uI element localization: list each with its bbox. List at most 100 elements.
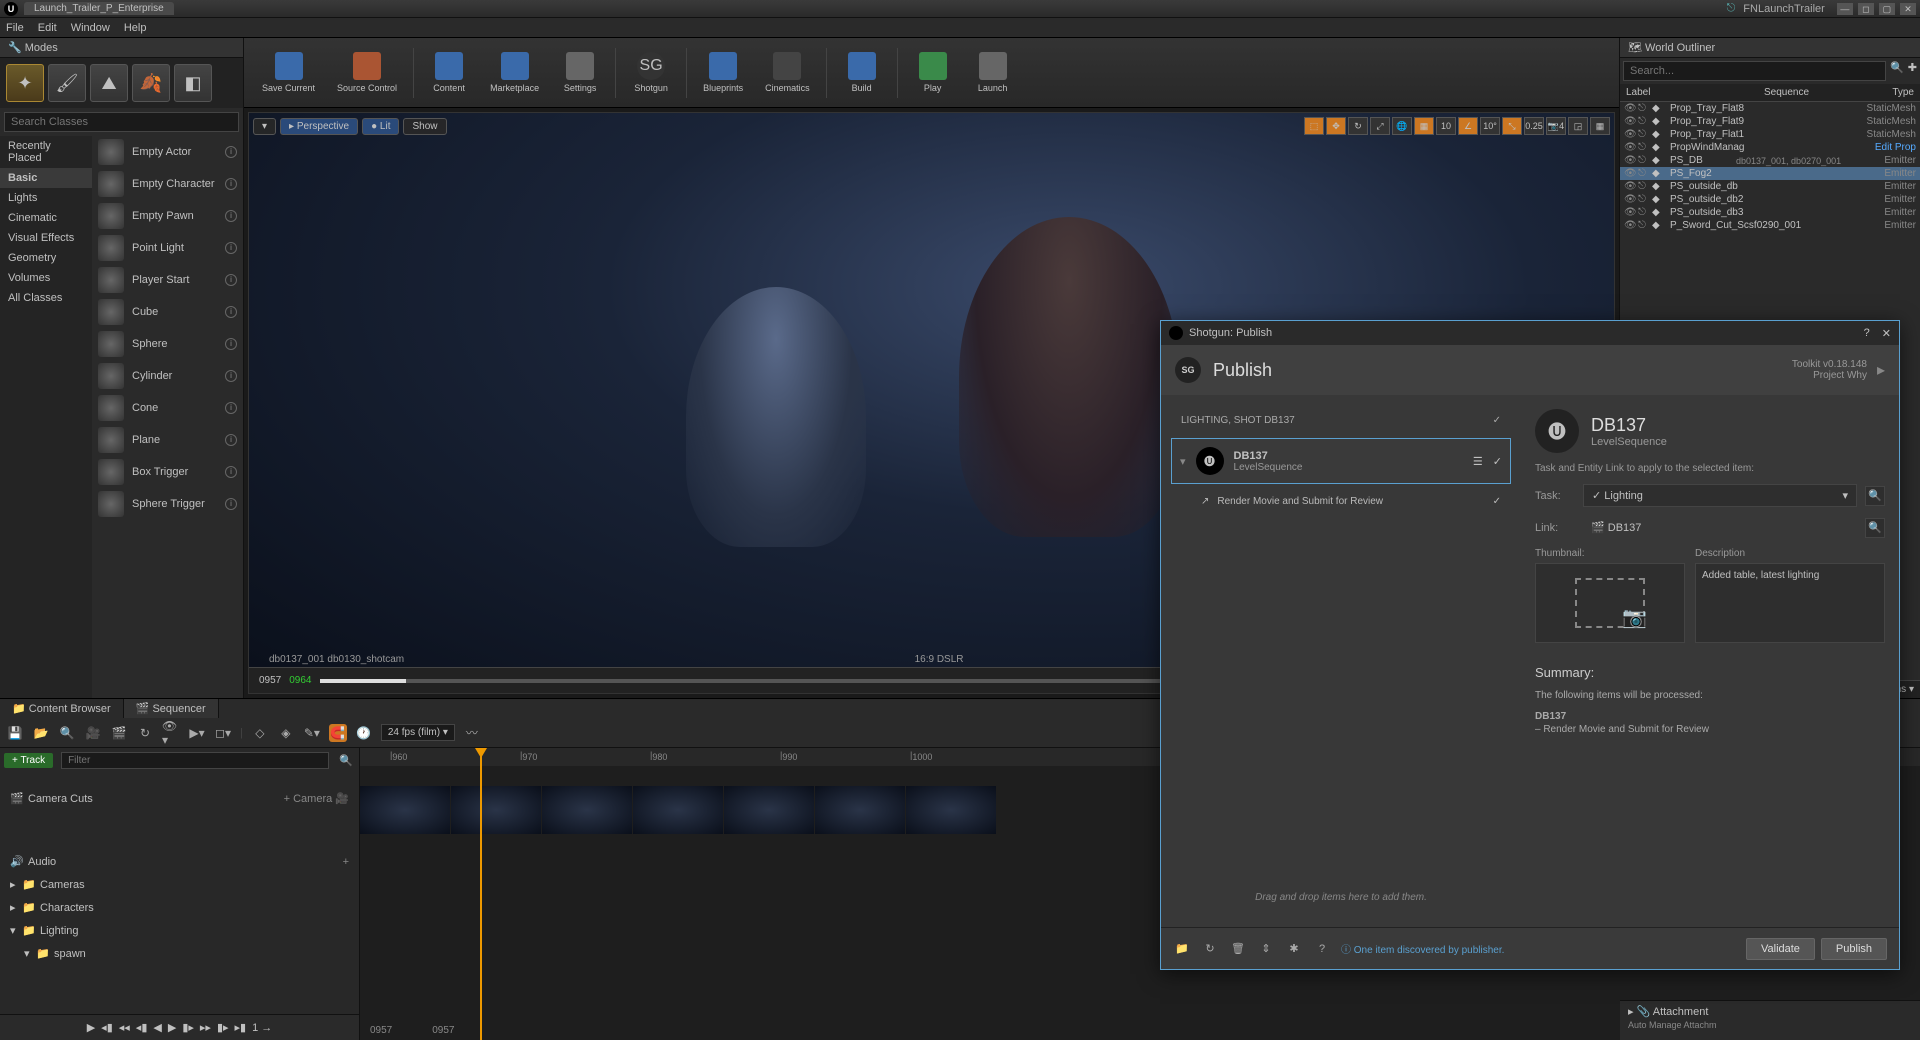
- toolbar-play-button[interactable]: Play: [904, 48, 962, 97]
- publish-item[interactable]: ▾ 🅤 DB137 LevelSequence ☰ ✓: [1171, 438, 1511, 484]
- key-all-icon[interactable]: ◇: [251, 724, 269, 742]
- toolbar-settings-button[interactable]: Settings: [551, 48, 609, 97]
- thumbnail-dropzone[interactable]: [1535, 563, 1685, 643]
- find-in-cb-icon[interactable]: 📂: [32, 724, 50, 742]
- camera-cuts-track[interactable]: 🎬 Camera Cuts + Camera 🎥: [0, 787, 359, 810]
- menu-edit[interactable]: Edit: [38, 22, 57, 34]
- translate-tool-icon[interactable]: ✥: [1326, 117, 1346, 135]
- visibility-icon[interactable]: 👁: [1624, 207, 1638, 218]
- add-track-button[interactable]: + Track: [4, 753, 53, 768]
- cat-basic[interactable]: Basic: [0, 168, 92, 188]
- cat-geometry[interactable]: Geometry: [0, 248, 92, 268]
- publish-breadcrumb[interactable]: LIGHTING, SHOT DB137✓: [1171, 409, 1511, 432]
- publish-button[interactable]: Publish: [1821, 938, 1887, 960]
- save-sequence-icon[interactable]: 💾: [6, 724, 24, 742]
- visibility-icon[interactable]: 👁: [1624, 103, 1638, 114]
- outliner-row[interactable]: 👁⎋◆PropWindManagEdit Prop: [1620, 141, 1920, 154]
- dialog-titlebar[interactable]: Shotgun: Publish ? ✕: [1161, 321, 1899, 345]
- visibility-icon[interactable]: 👁: [1624, 142, 1638, 153]
- actor-cube[interactable]: Cubei: [92, 296, 243, 328]
- refresh-icon[interactable]: ↻: [136, 724, 154, 742]
- outliner-row[interactable]: 👁⎋◆PS_outside_db3Emitter: [1620, 206, 1920, 219]
- visibility-icon[interactable]: 👁: [1624, 168, 1638, 179]
- track-filter-search-icon[interactable]: 🔍: [339, 754, 353, 767]
- mode-landscape-icon[interactable]: ⛰: [90, 64, 128, 102]
- task-dropdown[interactable]: ✓ Lighting▾: [1583, 484, 1857, 507]
- actor-cone[interactable]: Conei: [92, 392, 243, 424]
- info-icon[interactable]: i: [225, 466, 237, 478]
- refresh-publish-icon[interactable]: ↻: [1201, 940, 1219, 958]
- clock-icon[interactable]: 🕐: [355, 724, 373, 742]
- close-button[interactable]: ✕: [1900, 3, 1916, 15]
- mode-place-icon[interactable]: ✦: [6, 64, 44, 102]
- actor-empty-actor[interactable]: Empty Actori: [92, 136, 243, 168]
- cat-recently-placed[interactable]: Recently Placed: [0, 136, 92, 168]
- viewport-layout-icon[interactable]: ▦: [1590, 117, 1610, 135]
- characters-folder[interactable]: ▸📁Characters: [0, 896, 359, 919]
- delete-publish-icon[interactable]: 🗑: [1229, 940, 1247, 958]
- info-icon[interactable]: i: [225, 146, 237, 158]
- snap-grid-icon[interactable]: ▦: [1414, 117, 1434, 135]
- snap-angle-icon[interactable]: ∠: [1458, 117, 1478, 135]
- search-sequence-icon[interactable]: 🔍: [58, 724, 76, 742]
- rotate-tool-icon[interactable]: ↻: [1348, 117, 1368, 135]
- seq-step-back-icon[interactable]: ◂◂: [119, 1021, 130, 1034]
- track-filter-input[interactable]: [61, 752, 329, 769]
- seq-next-key-icon[interactable]: ▮▸: [217, 1021, 229, 1034]
- seq-goto-start-icon[interactable]: ▶: [87, 1021, 95, 1034]
- maximize-button[interactable]: ▢: [1879, 3, 1895, 15]
- select-mode-icon[interactable]: ◻▾: [214, 724, 232, 742]
- publish-action-row[interactable]: ↗ Render Movie and Submit for Review ✓: [1171, 490, 1511, 513]
- menu-help[interactable]: Help: [124, 22, 147, 34]
- fps-dropdown[interactable]: 24 fps (film) ▾: [381, 724, 455, 741]
- browse-icon[interactable]: 📁: [1173, 940, 1191, 958]
- expand-icon[interactable]: ▾: [1180, 455, 1186, 468]
- viewport-lit-button[interactable]: ● Lit: [362, 118, 399, 135]
- snap-grid-value[interactable]: 10: [1436, 117, 1456, 135]
- actor-cylinder[interactable]: Cylinderi: [92, 360, 243, 392]
- outliner-row[interactable]: 👁⎋◆PS_outside_db2Emitter: [1620, 193, 1920, 206]
- select-tool-icon[interactable]: ⬚: [1304, 117, 1324, 135]
- visibility-icon[interactable]: 👁: [1624, 155, 1638, 166]
- toolbar-launch-button[interactable]: Launch: [964, 48, 1022, 97]
- viewport-show-button[interactable]: Show: [403, 118, 446, 135]
- add-camera-button[interactable]: + Camera 🎥: [284, 792, 349, 805]
- visibility-icon[interactable]: 👁: [1624, 181, 1638, 192]
- outliner-col-label[interactable]: Label: [1626, 87, 1764, 98]
- toolbar-content-button[interactable]: Content: [420, 48, 478, 97]
- seq-goto-end-icon[interactable]: ▸▮: [235, 1021, 247, 1034]
- info-icon[interactable]: i: [225, 402, 237, 414]
- audio-track[interactable]: 🔊Audio+: [0, 850, 359, 873]
- toolbar-build-button[interactable]: Build: [833, 48, 891, 97]
- outliner-row[interactable]: 👁⎋◆PS_Fog2Emitter: [1620, 167, 1920, 180]
- toolbar-source-control-button[interactable]: Source Control: [327, 48, 407, 97]
- clapper-icon[interactable]: 🎬: [110, 724, 128, 742]
- outliner-col-type[interactable]: Type: [1854, 87, 1914, 98]
- add-audio-icon[interactable]: +: [343, 856, 349, 868]
- outliner-row[interactable]: 👁⎋◆PS_outside_dbEmitter: [1620, 180, 1920, 193]
- snap-angle-value[interactable]: 10°: [1480, 117, 1500, 135]
- autokey-icon[interactable]: ◈: [277, 724, 295, 742]
- cat-volumes[interactable]: Volumes: [0, 268, 92, 288]
- scale-tool-icon[interactable]: ⤢: [1370, 117, 1390, 135]
- menu-file[interactable]: File: [6, 22, 24, 34]
- restore-button[interactable]: ◻: [1858, 3, 1874, 15]
- dialog-close-icon[interactable]: ✕: [1882, 327, 1891, 340]
- info-icon[interactable]: i: [225, 274, 237, 286]
- info-icon[interactable]: i: [225, 434, 237, 446]
- actor-box-trigger[interactable]: Box Triggeri: [92, 456, 243, 488]
- outliner-search-icon[interactable]: 🔍: [1890, 61, 1904, 81]
- item-menu-icon[interactable]: ☰: [1473, 455, 1483, 468]
- seq-play-icon[interactable]: ▶: [168, 1021, 176, 1034]
- outliner-row[interactable]: 👁⎋◆Prop_Tray_Flat9StaticMesh: [1620, 115, 1920, 128]
- toolbar-marketplace-button[interactable]: Marketplace: [480, 48, 549, 97]
- validate-button[interactable]: Validate: [1746, 938, 1815, 960]
- render-movie-icon[interactable]: 🎥: [84, 724, 102, 742]
- snap-scale-icon[interactable]: ⤡: [1502, 117, 1522, 135]
- info-icon[interactable]: i: [225, 338, 237, 350]
- info-icon[interactable]: i: [225, 306, 237, 318]
- tab-sequencer[interactable]: 🎬 Sequencer: [124, 699, 219, 718]
- lighting-folder[interactable]: ▾📁Lighting: [0, 919, 359, 942]
- viewport-menu-button[interactable]: ▾: [253, 118, 276, 135]
- outliner-col-sequence[interactable]: Sequence: [1764, 87, 1854, 98]
